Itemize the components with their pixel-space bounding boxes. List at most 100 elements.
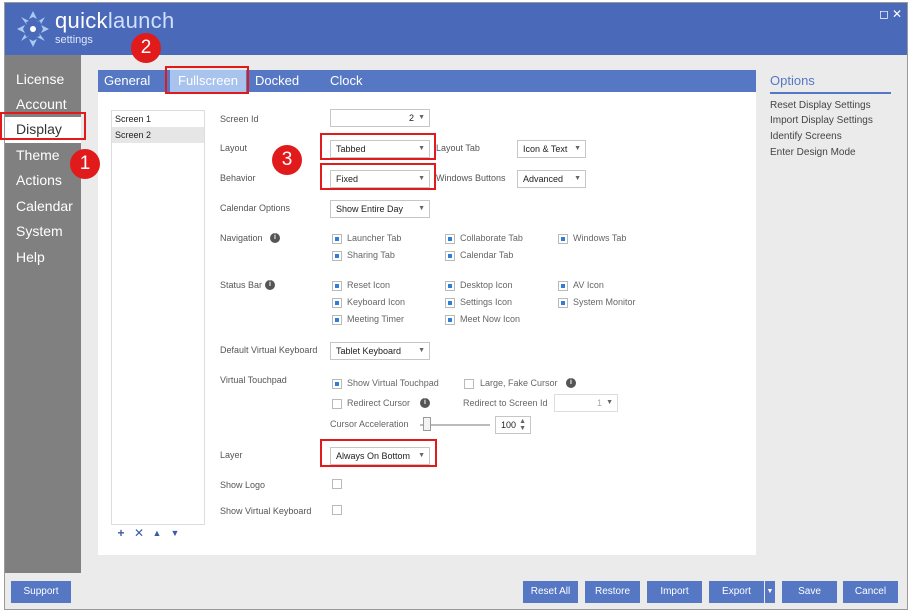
reset-icon-checkbox[interactable] [332, 281, 342, 291]
remove-screen-icon[interactable]: ✕ [131, 526, 147, 540]
show-virtual-touchpad-label: Show Virtual Touchpad [347, 378, 439, 388]
tab-general[interactable]: General [104, 70, 150, 92]
stepper-arrows-icon[interactable]: ▲ ▼ [519, 418, 526, 432]
options-title: Options [770, 73, 815, 88]
import-display-settings-link[interactable]: Import Display Settings [770, 115, 873, 126]
annotation-box-layer [320, 439, 437, 467]
redirect-cursor-label: Redirect Cursor [347, 398, 411, 408]
cursor-acceleration-slider-handle[interactable] [423, 417, 431, 431]
chevron-down-icon: ▼ [606, 399, 613, 406]
meet-now-icon-checkbox[interactable] [445, 315, 455, 325]
annotation-box-display [0, 112, 86, 140]
av-icon-checkbox[interactable] [558, 281, 568, 291]
system-monitor-label: System Monitor [573, 297, 636, 307]
windows-buttons-label: Windows Buttons [436, 173, 506, 183]
windows-tab-checkbox[interactable] [558, 234, 568, 244]
move-up-icon[interactable]: ▲ [149, 526, 165, 540]
default-keyboard-label: Default Virtual Keyboard [220, 345, 318, 355]
navigation-label: Navigation [220, 233, 263, 243]
export-button[interactable]: Export [709, 581, 764, 603]
tab-clock[interactable]: Clock [330, 70, 363, 92]
annotation-badge-1: 1 [70, 149, 100, 179]
annotation-badge-3: 3 [272, 145, 302, 175]
status-bar-label: Status Bar [220, 280, 263, 290]
chevron-down-icon: ▼ [418, 114, 425, 121]
screen-list-item[interactable]: Screen 1 [112, 111, 204, 127]
show-logo-checkbox[interactable] [332, 479, 342, 489]
screen-list-item-selected[interactable]: Screen 2 [112, 127, 204, 143]
show-virtual-touchpad-checkbox[interactable] [332, 379, 342, 389]
redirect-screen-dropdown[interactable]: 1 ▼ [554, 394, 618, 412]
move-down-icon[interactable]: ▼ [167, 526, 183, 540]
sharing-tab-checkbox[interactable] [332, 251, 342, 261]
sidebar-item-calendar[interactable]: Calendar [5, 194, 81, 220]
screen-id-dropdown[interactable]: 2 ▼ [330, 109, 430, 127]
annotation-box-layout [320, 133, 436, 160]
meeting-timer-checkbox[interactable] [332, 315, 342, 325]
sidebar-item-actions[interactable]: Actions [5, 168, 81, 194]
settings-window: quicklaunch settings ◻ ✕ License Account… [4, 2, 908, 610]
import-button[interactable]: Import [647, 581, 702, 603]
show-logo-label: Show Logo [220, 480, 266, 490]
meeting-timer-label: Meeting Timer [347, 314, 405, 324]
sidebar-item-help[interactable]: Help [5, 245, 81, 271]
large-fake-cursor-label: Large, Fake Cursor [480, 378, 558, 388]
cursor-acceleration-stepper[interactable]: 100 ▲ ▼ [495, 416, 531, 434]
collaborate-tab-label: Collaborate Tab [460, 233, 523, 243]
windows-tab-label: Windows Tab [573, 233, 627, 243]
show-virtual-keyboard-checkbox[interactable] [332, 505, 342, 515]
launcher-tab-checkbox[interactable] [332, 234, 342, 244]
support-button[interactable]: Support [11, 581, 71, 603]
reset-display-settings-link[interactable]: Reset Display Settings [770, 100, 871, 111]
close-window-icon[interactable]: ✕ [892, 8, 902, 20]
fullscreen-panel: Screen 1 Screen 2 + ✕ ▲ ▼ Screen Id 2 ▼ L… [98, 92, 756, 555]
cancel-button[interactable]: Cancel [843, 581, 898, 603]
reset-icon-label: Reset Icon [347, 280, 391, 290]
windows-buttons-dropdown[interactable]: Advanced ▼ [517, 170, 586, 188]
cursor-acceleration-label: Cursor Acceleration [330, 419, 409, 429]
calendar-options-dropdown[interactable]: Show Entire Day ▼ [330, 200, 430, 218]
layout-tab-dropdown[interactable]: Icon & Text ▼ [517, 140, 586, 158]
cursor-acceleration-value: 100 [501, 420, 517, 430]
redirect-cursor-info-icon[interactable]: i [420, 398, 430, 408]
enter-design-mode-link[interactable]: Enter Design Mode [770, 147, 856, 158]
layout-label: Layout [220, 143, 248, 153]
desktop-icon-label: Desktop Icon [460, 280, 513, 290]
layer-label: Layer [220, 450, 243, 460]
export-dropdown-icon[interactable]: ▼ [765, 581, 775, 603]
calendar-tab-checkbox[interactable] [445, 251, 455, 261]
chevron-down-icon: ▼ [574, 175, 581, 182]
sidebar-item-license[interactable]: License [5, 67, 81, 93]
save-button[interactable]: Save [782, 581, 837, 603]
av-icon-label: AV Icon [573, 280, 604, 290]
sidebar-item-system[interactable]: System [5, 219, 81, 245]
annotation-badge-2: 2 [131, 33, 161, 63]
windows-buttons-value: Advanced [523, 174, 564, 184]
large-cursor-info-icon[interactable]: i [566, 378, 576, 388]
screen-list-toolbar: + ✕ ▲ ▼ [113, 526, 183, 540]
chevron-down-icon: ▼ [418, 347, 425, 354]
brand-part-launch: launch [107, 8, 175, 33]
settings-icon-checkbox[interactable] [445, 298, 455, 308]
options-divider [770, 92, 891, 94]
keyboard-icon-label: Keyboard Icon [347, 297, 406, 307]
redirect-screen-label: Redirect to Screen Id [463, 398, 548, 408]
reset-all-button[interactable]: Reset All [523, 581, 578, 603]
screen-id-label: Screen Id [220, 114, 259, 124]
redirect-cursor-checkbox[interactable] [332, 399, 342, 409]
large-fake-cursor-checkbox[interactable] [464, 379, 474, 389]
calendar-options-value: Show Entire Day [336, 204, 404, 214]
system-monitor-checkbox[interactable] [558, 298, 568, 308]
default-keyboard-dropdown[interactable]: Tablet Keyboard ▼ [330, 342, 430, 360]
desktop-icon-checkbox[interactable] [445, 281, 455, 291]
restore-button[interactable]: Restore [585, 581, 640, 603]
restore-window-icon[interactable]: ◻ [879, 8, 889, 20]
brand-part-quick: quick [55, 8, 108, 33]
status-bar-info-icon[interactable]: i [265, 280, 275, 290]
tab-docked[interactable]: Docked [255, 70, 299, 92]
add-screen-icon[interactable]: + [113, 526, 129, 540]
keyboard-icon-checkbox[interactable] [332, 298, 342, 308]
identify-screens-link[interactable]: Identify Screens [770, 131, 842, 142]
collaborate-tab-checkbox[interactable] [445, 234, 455, 244]
navigation-info-icon[interactable]: i [270, 233, 280, 243]
